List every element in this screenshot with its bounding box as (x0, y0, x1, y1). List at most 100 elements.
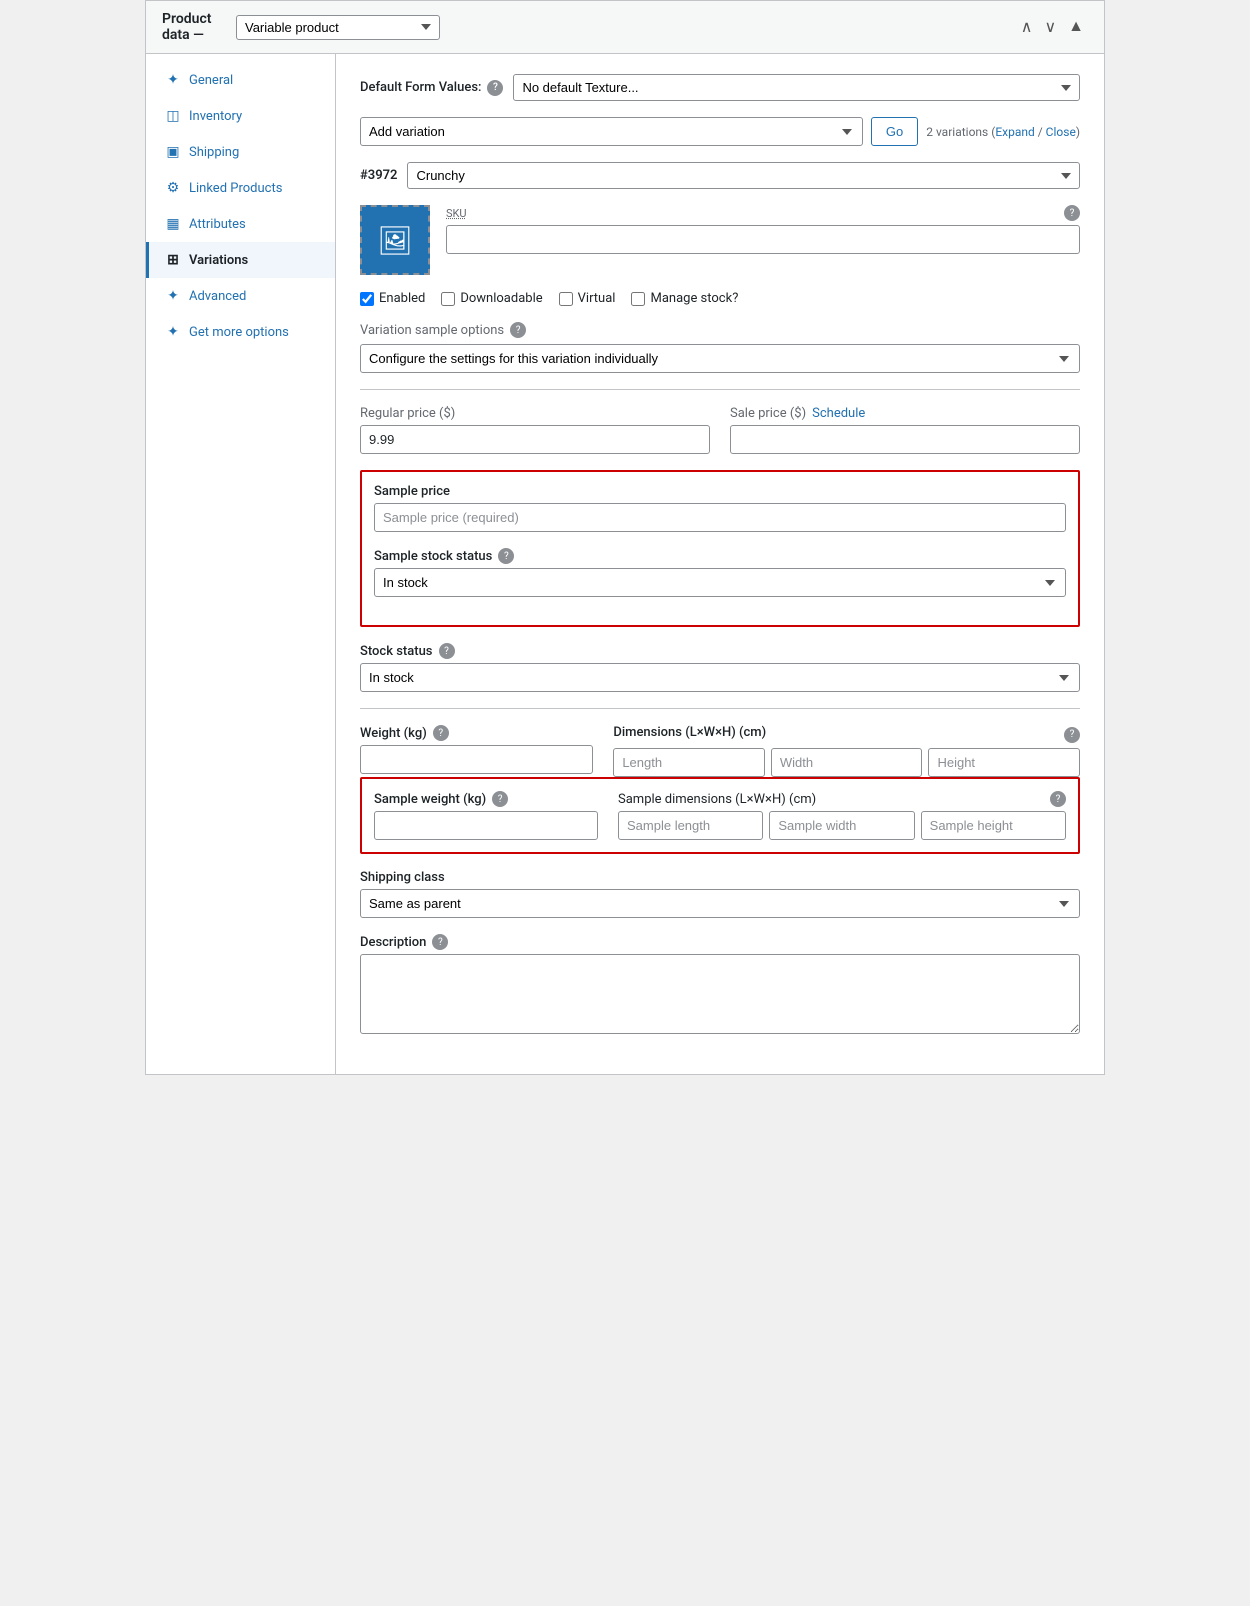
weight-help-icon[interactable]: ? (433, 725, 449, 741)
enabled-checkbox-item[interactable]: Enabled (360, 291, 425, 306)
length-input[interactable] (613, 748, 765, 777)
sale-price-col: Sale price ($) Schedule (730, 406, 1080, 454)
sample-height-input[interactable] (921, 811, 1066, 840)
variations-info: 2 variations (Expand / Close) (926, 125, 1080, 139)
sku-label: SKU (446, 207, 467, 220)
virtual-label: Virtual (578, 291, 616, 306)
collapse-up-button[interactable]: ∧ (1017, 15, 1037, 39)
default-texture-select[interactable]: No default Texture... (513, 74, 1080, 101)
stock-status-label: Stock status (360, 644, 433, 659)
schedule-link[interactable]: Schedule (812, 406, 865, 421)
sidebar-label-inventory: Inventory (189, 109, 242, 124)
header-arrows: ∧ ∨ ▲ (1017, 15, 1088, 39)
sample-weight-label-row: Sample weight (kg) ? (374, 791, 598, 807)
sidebar-item-shipping[interactable]: ▣ Shipping (146, 134, 335, 170)
sidebar-item-general[interactable]: ✦ General (146, 62, 335, 98)
variation-name-select[interactable]: Crunchy (407, 162, 1080, 189)
sku-input[interactable] (446, 225, 1080, 254)
divider-2 (360, 708, 1080, 709)
sample-price-section: Sample price Sample stock status ? In st… (360, 470, 1080, 627)
content-area: Default Form Values: ? No default Textur… (336, 54, 1104, 1074)
manage-stock-checkbox-item[interactable]: Manage stock? (631, 291, 738, 306)
sample-price-label: Sample price (374, 484, 450, 499)
weight-label-row: Weight (kg) ? (360, 725, 593, 741)
sample-width-input[interactable] (769, 811, 914, 840)
sidebar-label-advanced: Advanced (189, 289, 246, 304)
weight-dims-row: Weight (kg) ? Dimensions (L×W×H) (cm) ? (360, 725, 1080, 777)
sample-dims-label-row: Sample dimensions (L×W×H) (cm) ? (618, 791, 1066, 807)
sample-dimensions-help-icon[interactable]: ? (1050, 791, 1066, 807)
variation-sample-select[interactable]: Configure the settings for this variatio… (360, 344, 1080, 373)
variation-image[interactable]: 🖼 (360, 205, 430, 275)
sample-stock-row: Sample stock status ? In stock Out of st… (374, 548, 1066, 597)
sample-stock-help-icon[interactable]: ? (498, 548, 514, 564)
image-placeholder-icon: 🖼 (377, 224, 413, 257)
product-type-select[interactable]: Variable product Simple product Grouped … (236, 15, 440, 40)
manage-stock-checkbox[interactable] (631, 292, 645, 306)
sidebar-item-get-more-options[interactable]: ✦ Get more options (146, 314, 335, 350)
sidebar-item-inventory[interactable]: ◫ Inventory (146, 98, 335, 134)
description-help-icon[interactable]: ? (432, 934, 448, 950)
close-link[interactable]: Close (1046, 125, 1076, 139)
stock-status-select[interactable]: In stock Out of stock On backorder (360, 663, 1080, 692)
sample-weight-dims-section: Sample weight (kg) ? Sample dimensions (… (360, 777, 1080, 854)
shipping-icon: ▣ (165, 144, 181, 160)
sidebar-label-variations: Variations (189, 253, 248, 268)
checkboxes-row: Enabled Downloadable Virtual Manage stoc… (360, 291, 1080, 306)
virtual-checkbox-item[interactable]: Virtual (559, 291, 616, 306)
collapse-down-button[interactable]: ∨ (1040, 15, 1060, 39)
sku-help-icon[interactable]: ? (1064, 205, 1080, 221)
sample-price-input[interactable] (374, 503, 1066, 532)
variation-header: #3972 Crunchy (360, 162, 1080, 189)
sample-weight-label: Sample weight (kg) (374, 792, 486, 807)
stock-status-help-icon[interactable]: ? (439, 643, 455, 659)
regular-price-input[interactable] (360, 425, 710, 454)
sample-price-row: Sample price (374, 484, 1066, 532)
height-input[interactable] (928, 748, 1080, 777)
sidebar-label-linked-products: Linked Products (189, 181, 282, 196)
attributes-icon: ▦ (165, 216, 181, 232)
shipping-class-select[interactable]: Same as parent No shipping class (360, 889, 1080, 918)
regular-price-label: Regular price ($) (360, 406, 455, 421)
sidebar-label-shipping: Shipping (189, 145, 239, 160)
weight-col: Weight (kg) ? (360, 725, 593, 777)
dimensions-help-icon[interactable]: ? (1064, 727, 1080, 743)
variation-body: 🖼 SKU ? (360, 205, 1080, 275)
manage-stock-label: Manage stock? (650, 291, 738, 306)
sidebar-item-advanced[interactable]: ✦ Advanced (146, 278, 335, 314)
general-icon: ✦ (165, 72, 181, 88)
width-input[interactable] (771, 748, 923, 777)
description-textarea[interactable] (360, 954, 1080, 1034)
sample-options-label-row: Variation sample options ? (360, 322, 1080, 338)
variation-sample-help-icon[interactable]: ? (510, 322, 526, 338)
variation-sample-options-row: Variation sample options ? Configure the… (360, 322, 1080, 373)
add-variation-select[interactable]: Add variation (360, 117, 863, 146)
sidebar-item-variations[interactable]: ⊞ Variations (146, 242, 335, 278)
collapse-all-button[interactable]: ▲ (1064, 16, 1088, 38)
enabled-label: Enabled (379, 291, 425, 306)
sample-dims-inputs (618, 811, 1066, 840)
sample-weight-help-icon[interactable]: ? (492, 791, 508, 807)
dims-col: Dimensions (L×W×H) (cm) ? (613, 725, 1080, 777)
dims-label-row: Dimensions (L×W×H) (cm) ? (613, 725, 1080, 744)
sale-price-input[interactable] (730, 425, 1080, 454)
inventory-icon: ◫ (165, 108, 181, 124)
sample-length-input[interactable] (618, 811, 763, 840)
enabled-checkbox[interactable] (360, 292, 374, 306)
expand-link[interactable]: Expand (995, 125, 1034, 139)
shipping-class-label: Shipping class (360, 870, 445, 885)
sidebar-item-linked-products[interactable]: ⚙ Linked Products (146, 170, 335, 206)
default-form-help-icon[interactable]: ? (487, 80, 503, 96)
sample-stock-select[interactable]: In stock Out of stock On backorder (374, 568, 1066, 597)
sidebar-item-attributes[interactable]: ▦ Attributes (146, 206, 335, 242)
regular-price-label-row: Regular price ($) (360, 406, 710, 421)
sample-weight-input[interactable] (374, 811, 598, 840)
main-layout: ✦ General ◫ Inventory ▣ Shipping ⚙ Linke… (146, 54, 1104, 1074)
downloadable-checkbox[interactable] (441, 292, 455, 306)
description-label-row: Description ? (360, 934, 1080, 950)
virtual-checkbox[interactable] (559, 292, 573, 306)
weight-input[interactable] (360, 745, 593, 774)
downloadable-checkbox-item[interactable]: Downloadable (441, 291, 542, 306)
sample-price-label-row: Sample price (374, 484, 1066, 499)
go-button[interactable]: Go (871, 117, 918, 146)
